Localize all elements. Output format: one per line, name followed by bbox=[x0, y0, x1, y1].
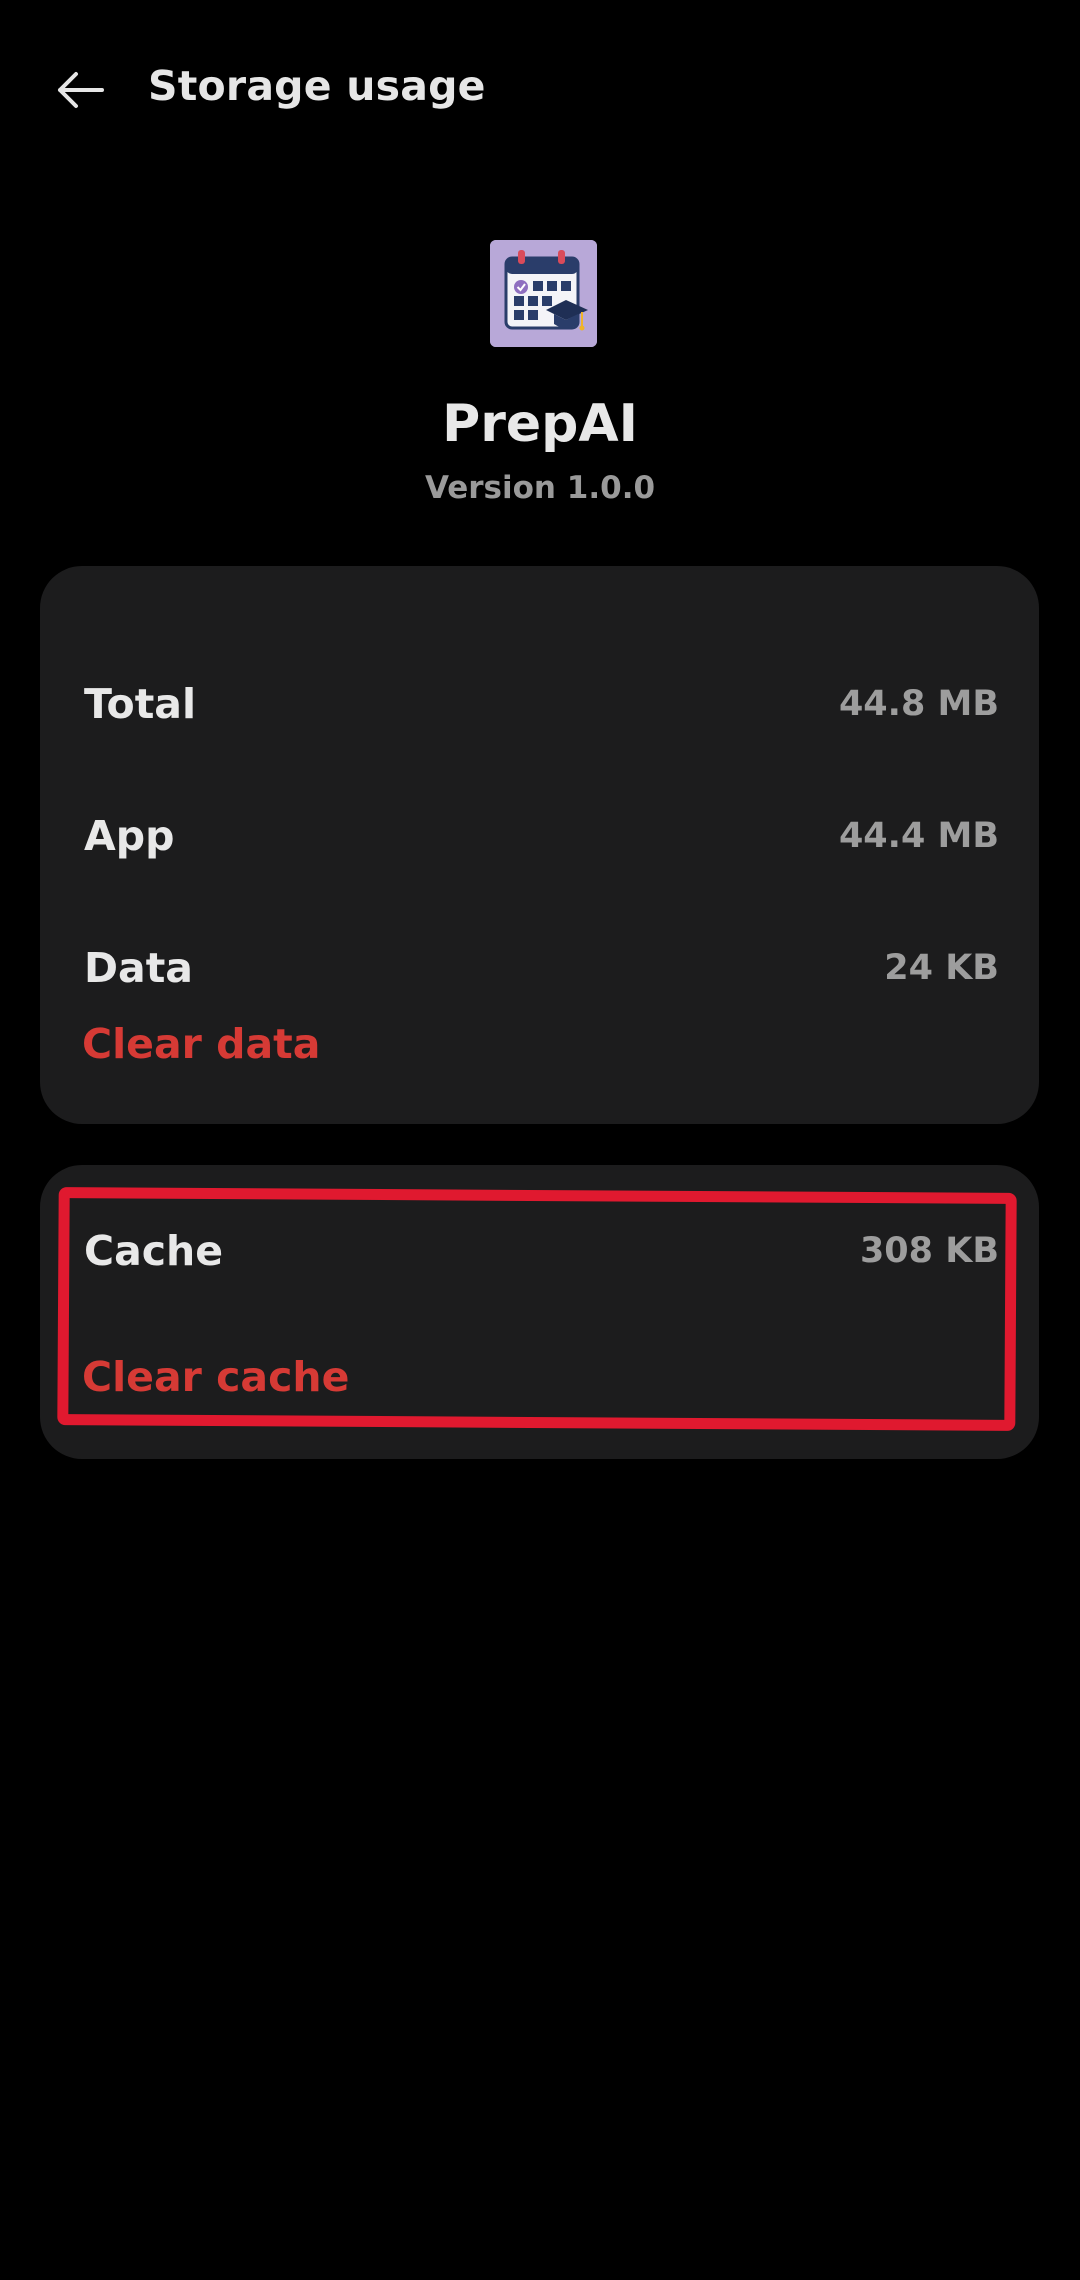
page-title: Storage usage bbox=[148, 62, 486, 110]
clear-cache-button[interactable]: Clear cache bbox=[82, 1353, 349, 1401]
calendar-graduation-cap-icon bbox=[490, 240, 597, 347]
top-app-bar: Storage usage bbox=[0, 0, 1080, 180]
cache-label: Cache bbox=[84, 1227, 224, 1275]
storage-row-app: App 44.4 MB bbox=[40, 786, 1039, 886]
arrow-left-icon bbox=[58, 72, 104, 108]
storage-row-label: Total bbox=[84, 680, 197, 728]
app-name: PrepAI bbox=[442, 394, 638, 454]
storage-row-label: Data bbox=[84, 944, 193, 992]
storage-card: Total 44.8 MB App 44.4 MB Data 24 KB Cle… bbox=[40, 566, 1039, 1124]
back-button[interactable] bbox=[40, 50, 120, 130]
storage-row-total: Total 44.8 MB bbox=[40, 654, 1039, 754]
storage-row-value: 24 KB bbox=[884, 948, 999, 988]
storage-row-value: 44.4 MB bbox=[838, 816, 999, 856]
cache-card: Cache 308 KB Clear cache bbox=[40, 1165, 1039, 1459]
clear-data-button[interactable]: Clear data bbox=[82, 1020, 320, 1068]
storage-row-label: App bbox=[84, 812, 175, 860]
app-version: Version 1.0.0 bbox=[424, 470, 656, 506]
cache-value: 308 KB bbox=[859, 1231, 999, 1271]
cache-row: Cache 308 KB bbox=[40, 1201, 1039, 1301]
storage-row-value: 44.8 MB bbox=[838, 684, 999, 724]
storage-row-data: Data 24 KB bbox=[40, 918, 1039, 1018]
app-icon bbox=[490, 240, 597, 347]
